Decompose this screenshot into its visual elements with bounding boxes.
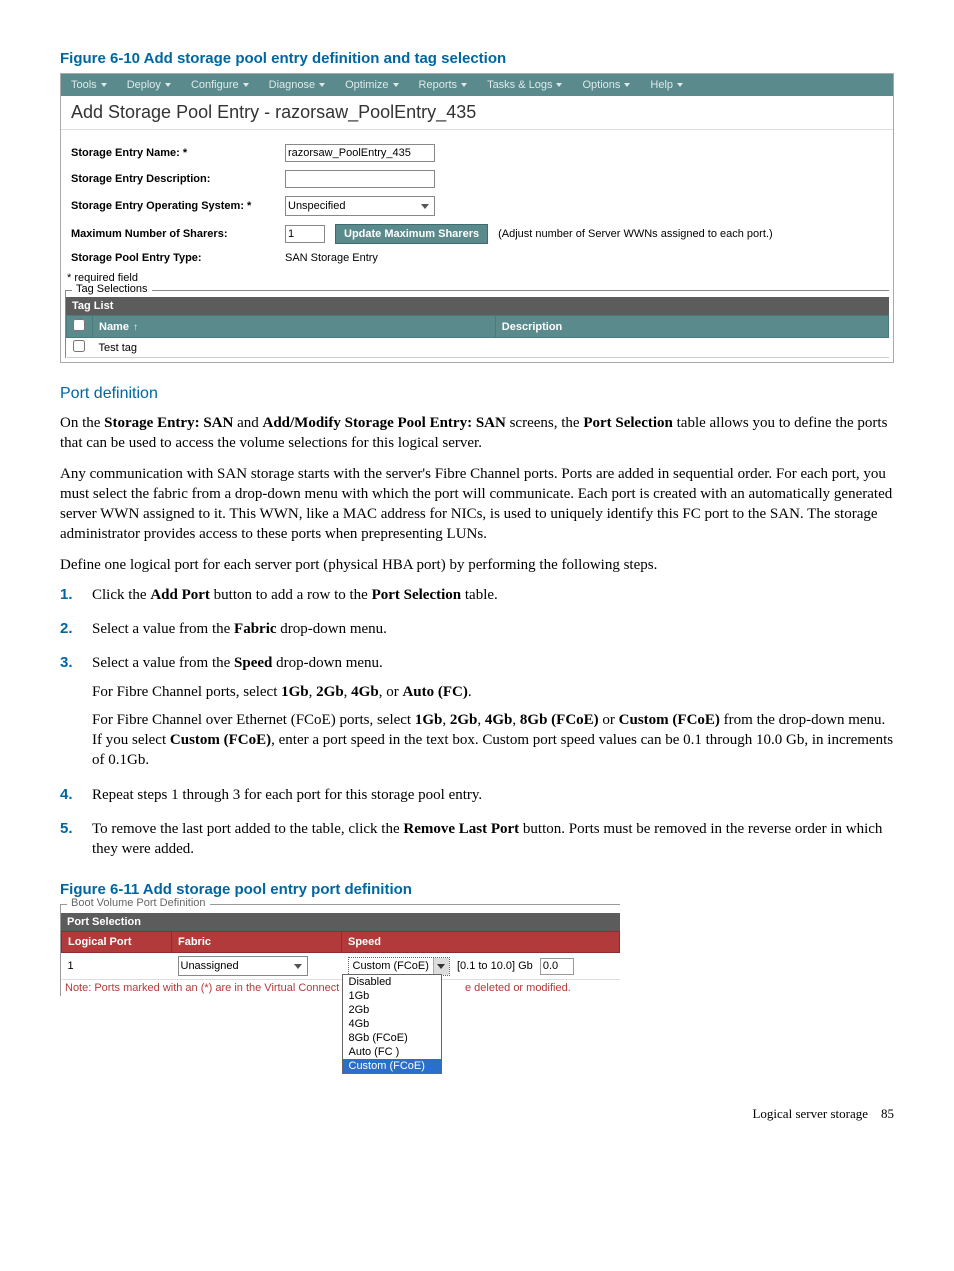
toolbar-help[interactable]: Help — [640, 76, 693, 94]
toolbar-configure[interactable]: Configure — [181, 76, 259, 94]
steps-list: 1. Click the Add Port button to add a ro… — [60, 585, 894, 868]
toolbar-diagnose-label: Diagnose — [269, 79, 315, 91]
page-footer: Logical server storage 85 — [60, 1106, 894, 1122]
tag-list-table: Name ↑ Description Test tag — [66, 315, 889, 358]
tag-selections-fieldset: Tag Selections Tag List Name↑ Descriptio… — [65, 290, 889, 358]
step-5: 5. To remove the last port added to the … — [60, 819, 894, 868]
step-number: 3. — [60, 653, 92, 778]
step-2: 2. Select a value from the Fabric drop-d… — [60, 619, 894, 647]
step-4: 4. Repeat steps 1 through 3 for each por… — [60, 785, 894, 813]
speed-select[interactable]: Custom (FCoE) — [348, 957, 450, 976]
toolbar-deploy[interactable]: Deploy — [117, 76, 181, 94]
toolbar-deploy-label: Deploy — [127, 79, 161, 91]
toolbar-tools[interactable]: Tools — [61, 76, 117, 94]
speed-option-custom-fcoe[interactable]: Custom (FCoE) — [343, 1059, 441, 1073]
step-1: 1. Click the Add Port button to add a ro… — [60, 585, 894, 613]
toolbar-diagnose[interactable]: Diagnose — [259, 76, 335, 94]
toolbar-tasks-logs-label: Tasks & Logs — [487, 79, 552, 91]
speed-range-label: [0.1 to 10.0] Gb — [457, 960, 533, 972]
port-row-index: 1 — [62, 953, 172, 980]
chevron-down-icon — [624, 83, 630, 87]
toolbar-tasks-logs[interactable]: Tasks & Logs — [477, 76, 572, 94]
tag-col-name: Name — [99, 321, 129, 333]
pool-entry-type-value: SAN Storage Entry — [285, 252, 378, 264]
max-sharers-input[interactable] — [285, 225, 325, 243]
step-3: 3. Select a value from the Speed drop-do… — [60, 653, 894, 778]
toolbar-reports[interactable]: Reports — [409, 76, 478, 94]
required-field-note: * required field — [65, 272, 889, 284]
paragraph-2: Any communication with SAN storage start… — [60, 464, 894, 545]
label-max-sharers: Maximum Number of Sharers: — [65, 228, 285, 240]
tag-selections-legend: Tag Selections — [72, 283, 152, 295]
step-number: 1. — [60, 585, 92, 613]
toolbar-help-label: Help — [650, 79, 673, 91]
entry-desc-input[interactable] — [285, 170, 435, 188]
update-max-sharers-button[interactable]: Update Maximum Sharers — [335, 224, 488, 244]
tag-select-all-checkbox[interactable] — [73, 319, 85, 331]
toolbar-options[interactable]: Options — [572, 76, 640, 94]
app-toolbar: Tools Deploy Configure Diagnose Optimize… — [61, 74, 893, 96]
port-frame-legend: Boot Volume Port Definition — [67, 897, 210, 909]
paragraph-3: Define one logical port for each server … — [60, 555, 894, 575]
toolbar-configure-label: Configure — [191, 79, 239, 91]
step-number: 4. — [60, 785, 92, 813]
label-entry-desc: Storage Entry Description: — [65, 173, 285, 185]
chevron-down-icon — [677, 83, 683, 87]
toolbar-optimize[interactable]: Optimize — [335, 76, 408, 94]
entry-name-input[interactable] — [285, 144, 435, 162]
port-col-logical-port: Logical Port — [62, 932, 172, 953]
sharers-hint: (Adjust number of Server WWNs assigned t… — [498, 228, 773, 240]
speed-value-input[interactable] — [540, 958, 574, 975]
speed-option-2gb[interactable]: 2Gb — [343, 1003, 441, 1017]
label-entry-name: Storage Entry Name: * — [65, 147, 285, 159]
toolbar-options-label: Options — [582, 79, 620, 91]
port-selection-table: Logical Port Fabric Speed 1 Unassigned C… — [61, 931, 620, 980]
page-title: Add Storage Pool Entry - razorsaw_PoolEn… — [61, 96, 893, 130]
chevron-down-icon — [461, 83, 467, 87]
paragraph-1: On the Storage Entry: SAN and Add/Modify… — [60, 413, 894, 454]
chevron-down-icon — [165, 83, 171, 87]
speed-option-4gb[interactable]: 4Gb — [343, 1017, 441, 1031]
toolbar-reports-label: Reports — [419, 79, 458, 91]
speed-select-value: Custom (FCoE) — [349, 960, 433, 972]
speed-option-auto-fc[interactable]: Auto (FC ) — [343, 1045, 441, 1059]
footer-page: 85 — [881, 1106, 894, 1121]
tag-row-name: Test tag — [93, 338, 496, 358]
figure-6-11-title: Figure 6-11 Add storage pool entry port … — [60, 881, 894, 898]
toolbar-tools-label: Tools — [71, 79, 97, 91]
chevron-down-icon — [556, 83, 562, 87]
label-entry-os: Storage Entry Operating System: * — [65, 200, 285, 212]
tag-row-checkbox[interactable] — [73, 340, 85, 352]
tag-list-header: Tag List — [66, 297, 889, 315]
step-number: 5. — [60, 819, 92, 868]
chevron-down-icon — [319, 83, 325, 87]
fabric-select[interactable]: Unassigned — [178, 956, 308, 976]
sort-asc-icon: ↑ — [133, 322, 138, 333]
chevron-down-icon — [433, 958, 449, 975]
port-col-fabric: Fabric — [172, 932, 342, 953]
figure-6-10-title: Figure 6-10 Add storage pool entry defin… — [60, 50, 894, 67]
chevron-down-icon — [243, 83, 249, 87]
chevron-down-icon — [101, 83, 107, 87]
port-note-right: e deleted or modified. — [461, 980, 575, 996]
app-frame-1: Tools Deploy Configure Diagnose Optimize… — [60, 73, 894, 363]
tag-col-desc: Description — [495, 316, 888, 338]
tag-row: Test tag — [67, 338, 889, 358]
footer-text: Logical server storage — [752, 1106, 868, 1121]
chevron-down-icon — [393, 83, 399, 87]
port-note-left: Note: Ports marked with an (*) are in th… — [61, 980, 343, 996]
entry-os-select[interactable]: Unspecified — [285, 196, 435, 216]
port-definition-frame: Boot Volume Port Definition Port Selecti… — [60, 904, 620, 996]
port-selection-header: Port Selection — [61, 913, 620, 931]
step-number: 2. — [60, 619, 92, 647]
section-port-definition: Port definition — [60, 385, 894, 403]
label-pool-entry-type: Storage Pool Entry Type: — [65, 252, 285, 264]
port-col-speed: Speed — [342, 932, 620, 953]
speed-option-8gb-fcoe[interactable]: 8Gb (FCoE) — [343, 1031, 441, 1045]
toolbar-optimize-label: Optimize — [345, 79, 388, 91]
form-area: Storage Entry Name: * Storage Entry Desc… — [61, 130, 893, 362]
port-row: 1 Unassigned Custom (FCoE) [0.1 to 10.0]… — [62, 953, 620, 980]
